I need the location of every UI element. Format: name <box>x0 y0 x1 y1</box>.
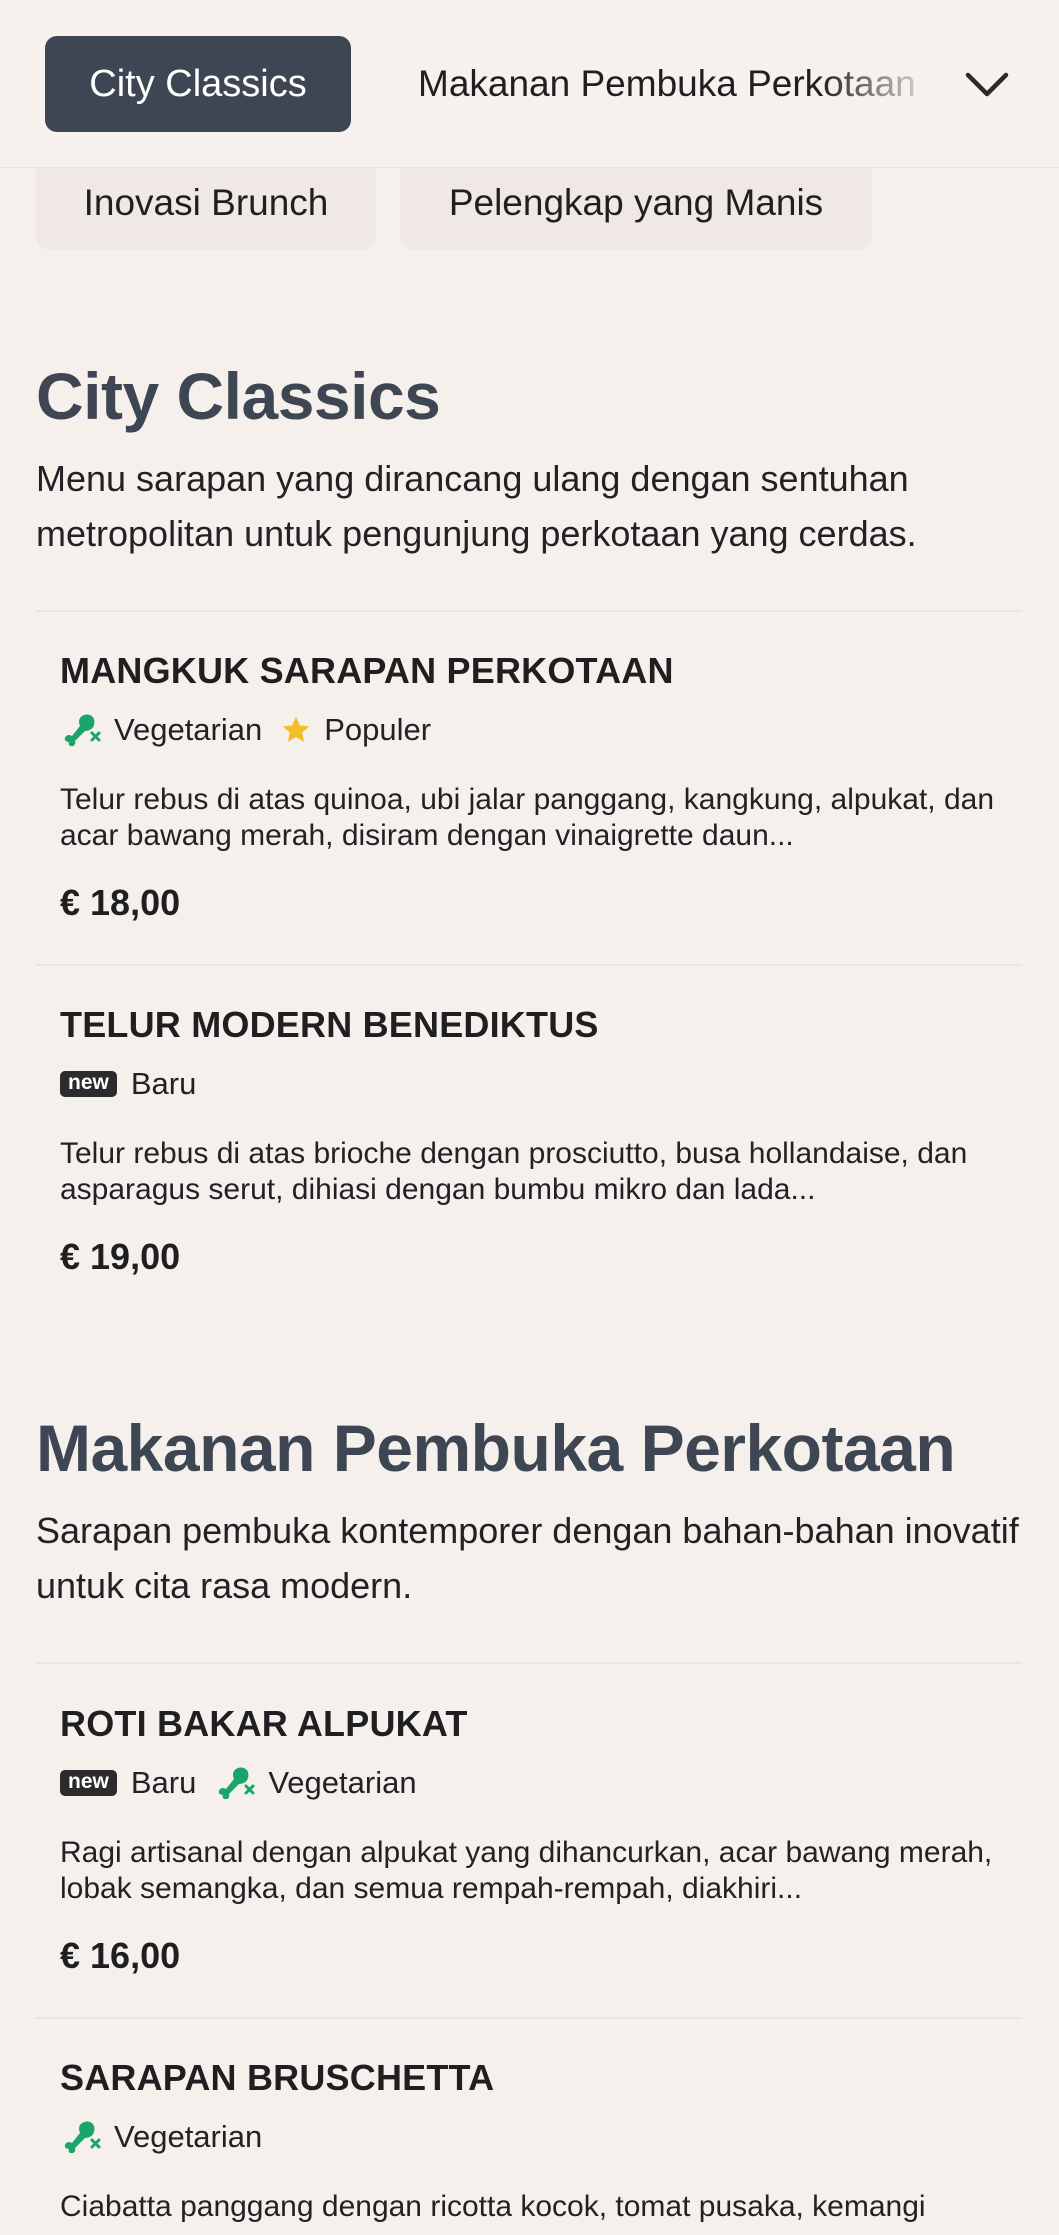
menu-item-name[interactable]: TELUR MODERN BENEDIKTUS <box>60 1004 599 1046</box>
section-description: Menu sarapan yang dirancang ulang dengan… <box>36 458 917 554</box>
tag-label: Baru <box>130 1765 197 1800</box>
menu-item-name[interactable]: SARAPAN BRUSCHETTA <box>60 2057 494 2099</box>
tag-label: Vegetarian <box>114 2119 263 2154</box>
divider <box>36 610 1022 612</box>
menu-item-tags: new Baru <box>60 1064 214 1104</box>
menu-item-price: € 18,00 <box>60 882 181 923</box>
tag-label: Baru <box>130 1066 197 1101</box>
category-tab-bar: City Classics Makanan Pembuka Perkotaan <box>0 0 1059 168</box>
tag-label: Populer <box>324 712 432 747</box>
section-description: Sarapan pembuka kontemporer dengan bahan… <box>36 1510 1019 1606</box>
tab-city-classics[interactable]: City Classics <box>45 36 351 132</box>
menu-item-description: Telur rebus di atas brioche dengan prosc… <box>60 1137 968 1206</box>
category-dropdown-button[interactable] <box>962 60 1012 110</box>
star-icon <box>280 714 312 746</box>
menu-item-name[interactable]: MANGKUK SARAPAN PERKOTAAN <box>60 650 674 692</box>
drumstick-crossed-icon <box>60 711 102 749</box>
drumstick-crossed-icon <box>214 1764 256 1802</box>
new-badge: new <box>60 1071 117 1097</box>
menu-item-description: Ragi artisanal dengan alpukat yang dihan… <box>60 1836 993 1905</box>
menu-item-name[interactable]: ROTI BAKAR ALPUKAT <box>60 1703 468 1745</box>
new-badge: new <box>60 1770 117 1796</box>
tag-new: new Baru <box>60 1066 196 1102</box>
menu-item-tags: Vegetarian <box>60 2117 280 2157</box>
divider <box>36 964 1022 966</box>
chevron-down-icon <box>965 72 1009 97</box>
tag-new: new Baru <box>60 1765 196 1801</box>
menu-item-description: Telur rebus di atas quinoa, ubi jalar pa… <box>60 783 994 852</box>
divider <box>36 2017 1022 2019</box>
menu-item-description: Ciabatta panggang dengan ricotta kocok, … <box>60 2190 926 2223</box>
menu-item-price: € 16,00 <box>60 1935 181 1976</box>
menu-item-tags: new Baru Vegetarian <box>60 1763 435 1803</box>
divider <box>36 1662 1022 1664</box>
tag-popular: Populer <box>280 712 431 748</box>
tag-vegetarian: Vegetarian <box>214 1764 417 1802</box>
menu-item-tags: Vegetarian Populer <box>60 710 449 750</box>
section-title: Makanan Pembuka Perkotaan <box>36 1411 956 1485</box>
tag-label: Vegetarian <box>268 1765 417 1800</box>
tag-vegetarian: Vegetarian <box>60 711 262 749</box>
tag-label: Vegetarian <box>114 712 263 747</box>
drumstick-crossed-icon <box>60 2118 102 2156</box>
menu-page: City Classics Makanan Pembuka Perkotaan … <box>0 0 1059 2235</box>
tab-scroll-fade <box>820 30 960 138</box>
tag-vegetarian: Vegetarian <box>60 2118 262 2156</box>
menu-item-price: € 19,00 <box>60 1236 181 1277</box>
section-title: City Classics <box>36 359 441 433</box>
